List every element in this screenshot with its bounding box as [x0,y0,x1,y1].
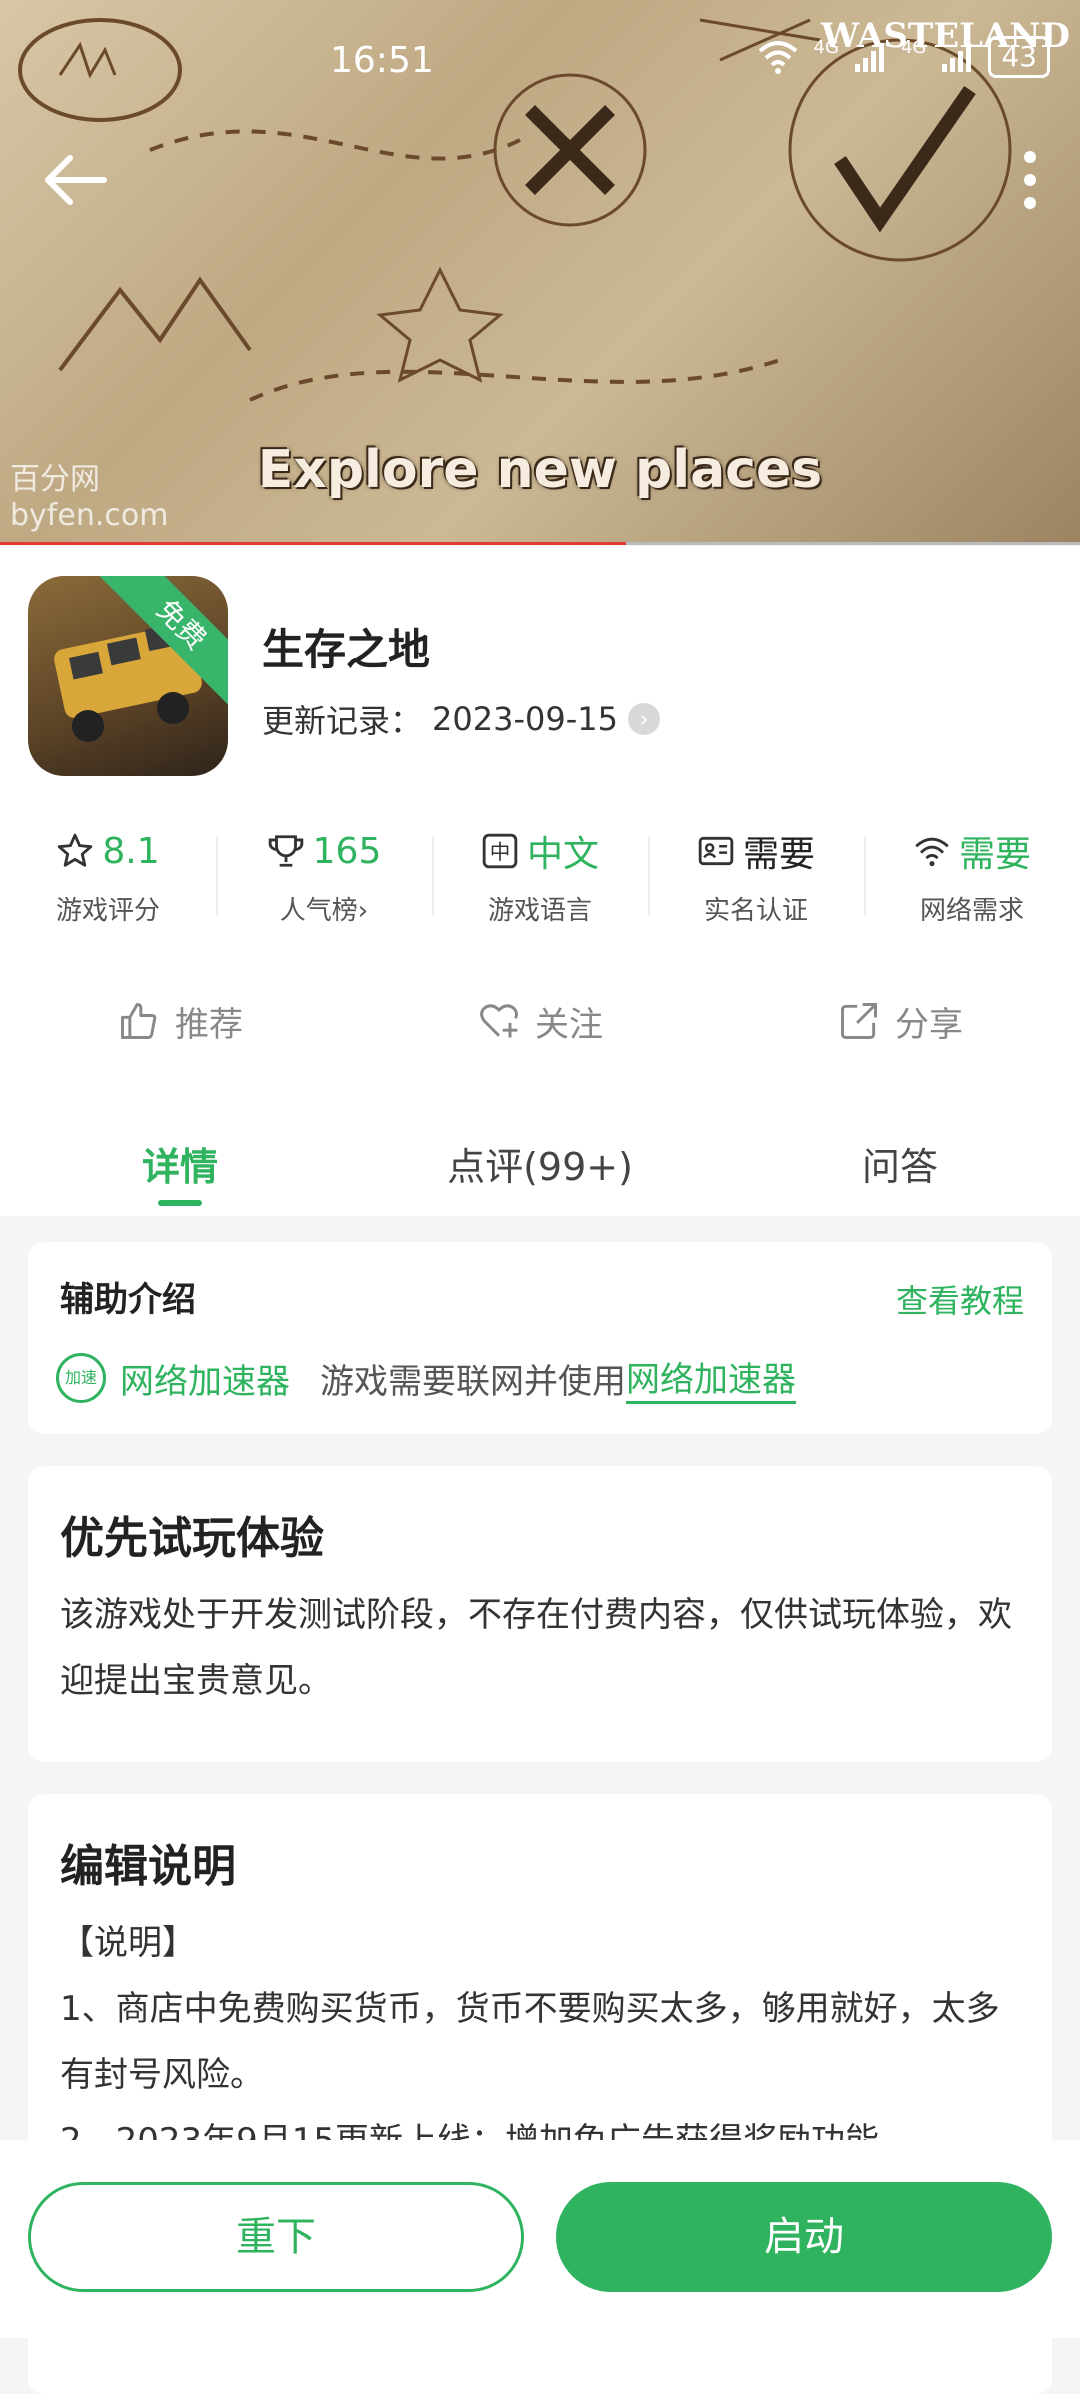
accelerator-name: 网络加速器 [120,1361,290,1402]
action-row: 推荐 关注 分享 [0,986,1080,1056]
accelerator-badge-icon: 加速 [56,1353,106,1403]
status-bar: 16:51 4G 4G 43 WASTELAND [0,16,1080,90]
network-label: 网络需求 [919,896,1024,926]
trial-title: 优先试玩体验 [60,1513,324,1564]
update-log-link[interactable]: 更新记录： 2023-09-15 › [262,696,660,742]
hero-video[interactable]: 16:51 4G 4G 43 WASTELAND Explore new pla… [0,0,1080,545]
watermark-line2: byfen.com [10,498,169,533]
follow-label: 关注 [535,1004,603,1045]
share-button[interactable]: 分享 [837,986,963,1056]
tab-reviews[interactable]: 点评(99+) [360,1106,720,1216]
realname-label: 实名认证 [703,896,808,926]
share-label: 分享 [895,1004,963,1045]
popularity-label: 人气榜› [279,896,369,926]
editor-line1: 1、商店中免费购买货币，货币不要购买太多，够用就好，太多有封号风险。 [60,1989,1000,2095]
language-icon: 中 [482,833,518,869]
tab-bar: 详情 点评(99+) 问答 [0,1106,1080,1216]
rating-value: 8.1 [102,830,160,872]
banner-title: WASTELAND [820,16,1070,56]
watermark-line1: 百分网 [10,462,100,497]
app-name: 生存之地 [262,625,431,674]
more-options-icon[interactable] [1010,145,1050,215]
tab-indicator [158,1200,202,1206]
chevron-right-icon: › [627,703,660,735]
stat-realname: 需要 实名认证 [648,826,864,946]
language-label: 游戏语言 [487,896,592,926]
star-icon [58,833,93,867]
network-value: 需要 [958,834,1031,875]
popularity-value: 165 [312,830,382,872]
accelerator-desc: 游戏需要联网并使用 [320,1361,626,1402]
video-progress-fill [0,542,627,545]
editor-body: 【说明】 1、商店中免费购买货币，货币不要购买太多，够用就好，太多有封号风险。 … [60,1910,1020,2174]
share-icon [841,1003,877,1039]
redownload-button[interactable]: 重下 [28,2182,524,2292]
view-tutorial-link[interactable]: 查看教程 [896,1276,1024,1322]
stat-popularity[interactable]: 165 人气榜› [216,826,432,946]
accelerator-link[interactable]: 网络加速器 [626,1352,796,1404]
svg-text:中: 中 [490,840,511,864]
bus-illustration [54,623,202,742]
wifi-status-icon [758,41,797,74]
id-card-icon [698,836,734,866]
rating-label: 游戏评分 [55,896,160,926]
launch-button[interactable]: 启动 [556,2182,1052,2292]
thumbs-up-icon [121,1003,157,1039]
video-progress-bar[interactable] [0,542,1080,545]
tab-details[interactable]: 详情 [0,1106,360,1216]
update-date: 2023-09-15 [432,700,618,738]
tab-qa[interactable]: 问答 [720,1106,1080,1216]
status-time: 16:51 [330,40,434,81]
stats-row: 8.1 游戏评分 165 人气榜› 中 中文 游戏语言 需要 实名认证 需要 网… [0,826,1080,946]
trial-card: 优先试玩体验 该游戏处于开发测试阶段，不存在付费内容，仅供试玩体验，欢迎提出宝贵… [28,1466,1052,1762]
tab-qa-label: 问答 [861,1145,938,1189]
wifi-icon [915,837,949,867]
editor-title: 编辑说明 [60,1841,236,1892]
language-value: 中文 [526,834,599,875]
stat-language: 中 中文 游戏语言 [432,826,648,946]
back-arrow-icon[interactable] [40,150,110,210]
editor-heading: 【说明】 [60,1923,196,1963]
stat-rating: 8.1 游戏评分 [0,826,216,946]
bottom-action-bar: 重下 启动 [0,2140,1080,2338]
assist-title: 辅助介绍 [60,1280,196,1320]
app-info-panel: 免费 生存之地 更新记录： 2023-09-15 › 8.1 游戏评分 165 … [0,546,1080,1216]
stat-network: 需要 网络需求 [864,826,1080,946]
heart-plus-icon [480,1004,518,1038]
assist-card: 辅助介绍 查看教程 加速 网络加速器 游戏需要联网并使用 网络加速器 [28,1242,1052,1434]
trophy-icon [268,835,303,867]
follow-button[interactable]: 关注 [477,986,603,1056]
tab-reviews-label: 点评(99+) [447,1145,633,1189]
tab-details-label: 详情 [141,1145,218,1189]
realname-value: 需要 [742,834,815,875]
update-label: 更新记录： [262,702,423,740]
trial-text: 该游戏处于开发测试阶段，不存在付费内容，仅供试玩体验，欢迎提出宝贵意见。 [60,1595,1012,1701]
accelerator-row: 加速 网络加速器 游戏需要联网并使用 网络加速器 [56,1352,796,1404]
recommend-label: 推荐 [175,1004,243,1045]
recommend-button[interactable]: 推荐 [117,986,243,1056]
app-icon: 免费 [28,576,228,776]
watermark: 百分网 byfen.com [10,462,168,534]
